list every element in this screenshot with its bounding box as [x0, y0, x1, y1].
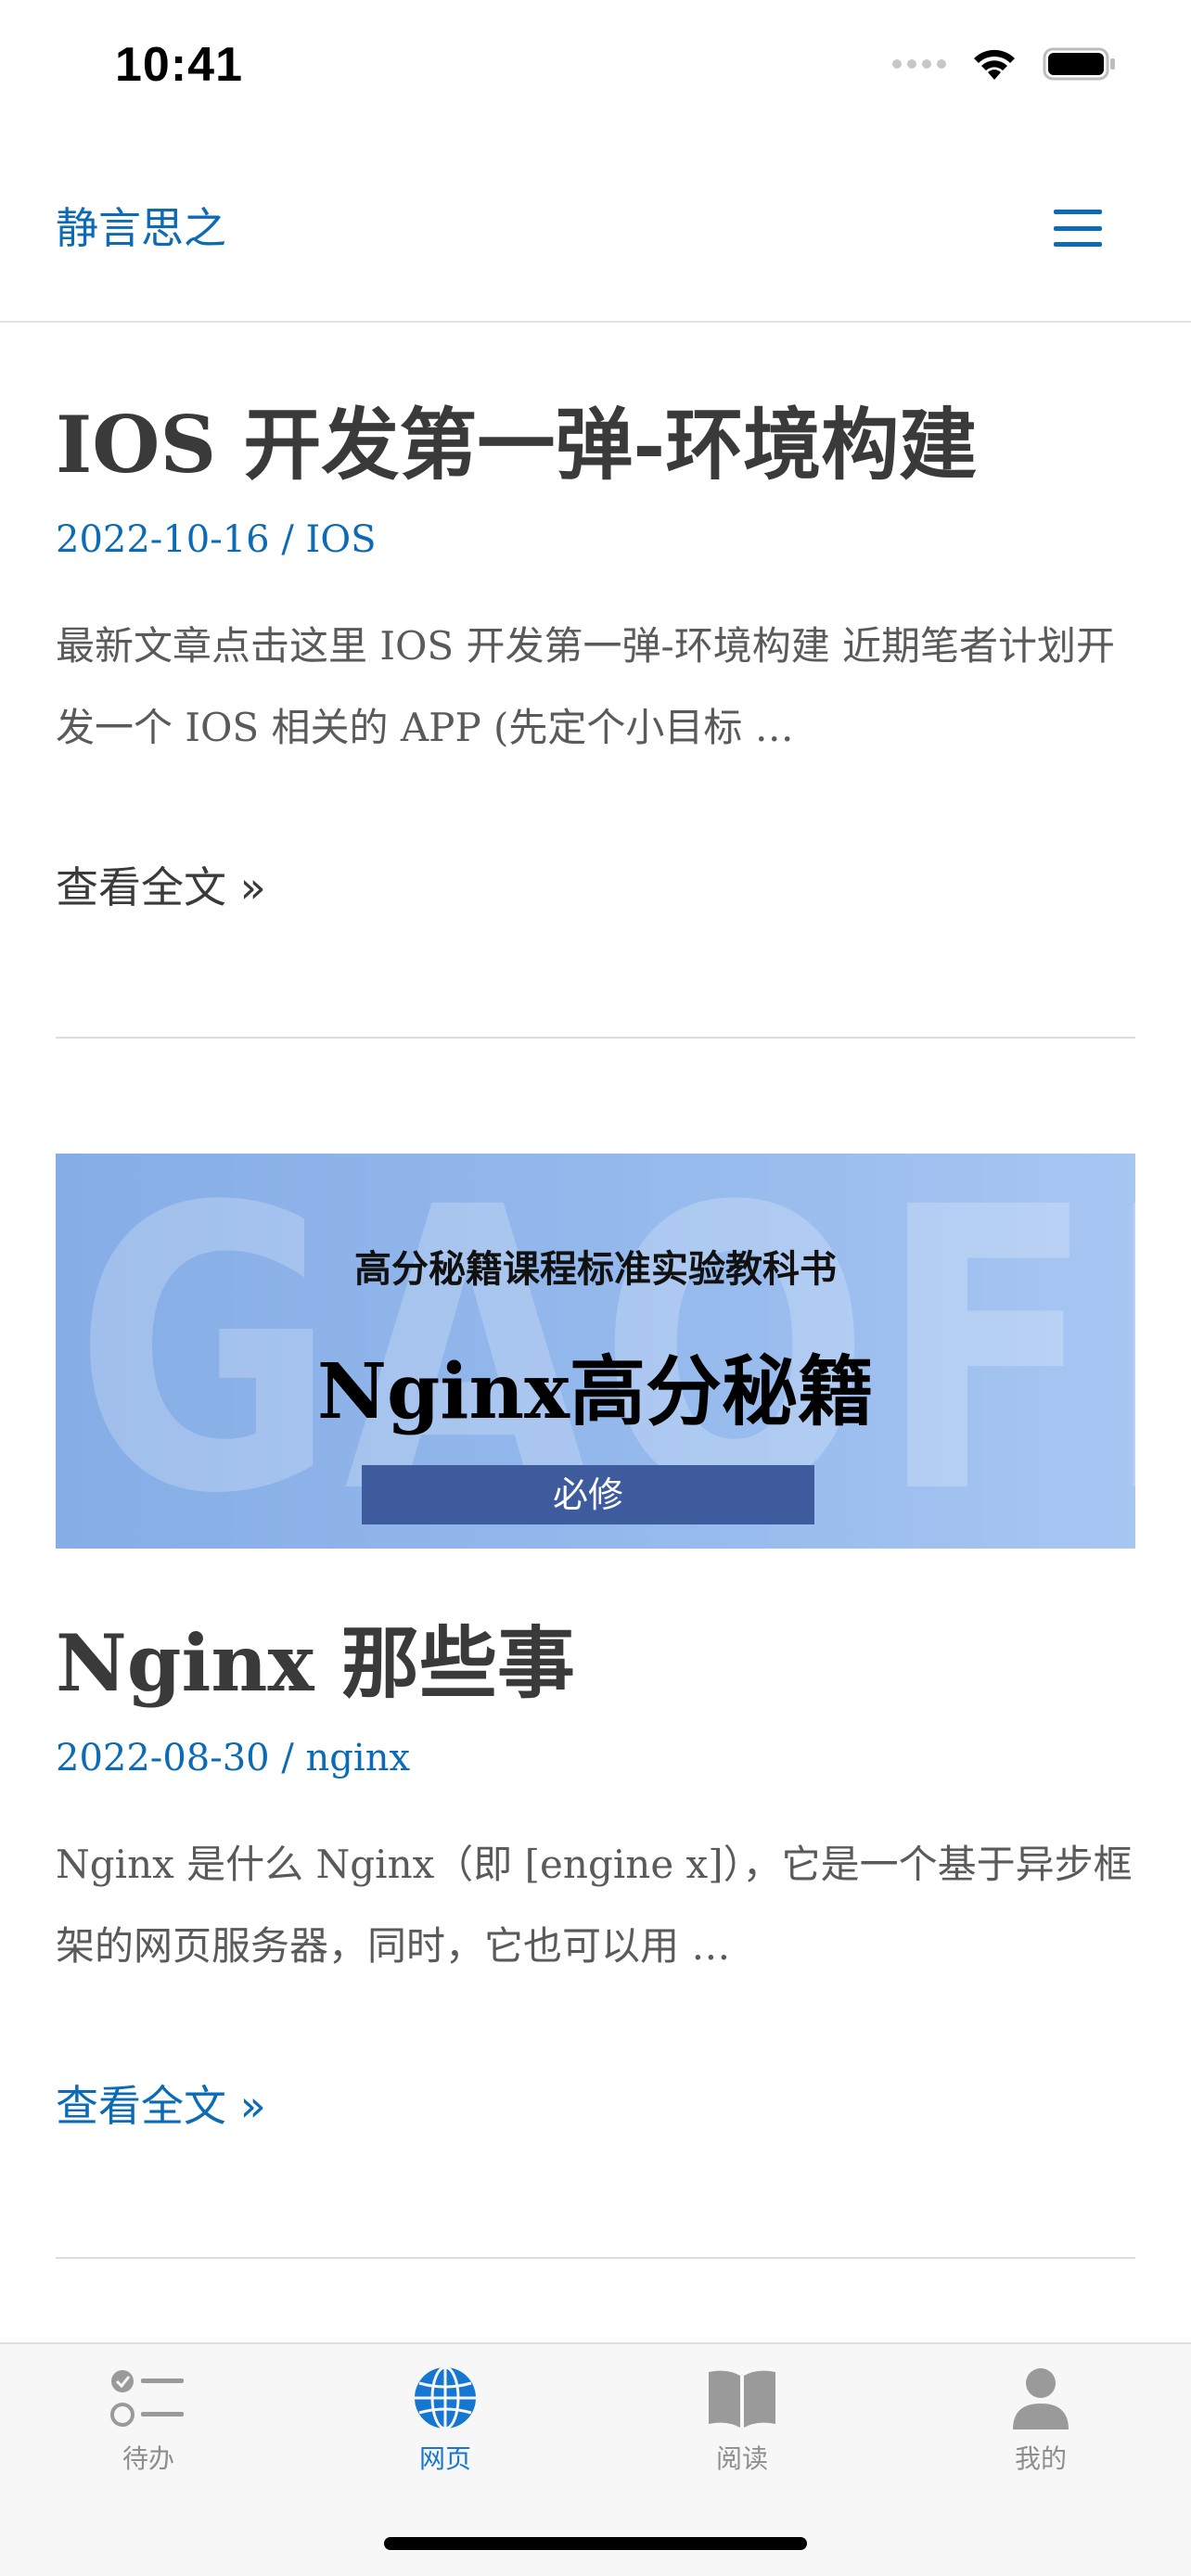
person-icon: [1013, 2368, 1069, 2429]
banner-subtitle: 高分秘籍课程标准实验教科书: [354, 1247, 837, 1291]
cellular-signal-icon: [892, 59, 946, 69]
site-header: 静言思之: [0, 139, 1191, 323]
article-title[interactable]: Nginx 那些事: [56, 1618, 1135, 1709]
checklist-icon: [110, 2370, 184, 2427]
banner-badge: 必修: [362, 1465, 814, 1524]
globe-icon: [415, 2366, 476, 2430]
menu-button[interactable]: [1054, 210, 1102, 247]
article-excerpt: Nginx 是什么 Nginx（即 [engine x]），它是一个基于异步框架…: [56, 1841, 1133, 1969]
tab-label: 我的: [1014, 2443, 1067, 2474]
meta-separator: /: [269, 1736, 306, 1779]
article-category[interactable]: nginx: [306, 1737, 410, 1779]
wifi-icon: [974, 49, 1015, 80]
tab-reading[interactable]: 阅读: [649, 2363, 835, 2476]
tab-web[interactable]: 网页: [352, 2363, 538, 2476]
article-category[interactable]: IOS: [306, 518, 377, 561]
home-indicator[interactable]: [384, 2537, 807, 2550]
tab-label: 网页: [418, 2443, 471, 2474]
tab-label: 阅读: [715, 2443, 768, 2474]
battery-icon: [1043, 47, 1115, 81]
article-meta: 2022-08-30 / nginx: [56, 1737, 1135, 1779]
article-date[interactable]: 2022-10-16: [56, 518, 270, 561]
status-time: 10:41: [115, 38, 243, 92]
hamburger-icon: [1054, 210, 1102, 214]
meta-separator: /: [269, 517, 306, 561]
read-more-link[interactable]: 查看全文 »: [56, 2072, 266, 2134]
tab-todo[interactable]: 待办: [56, 2363, 241, 2476]
status-icons: [892, 46, 1117, 82]
article-meta: 2022-10-16 / IOS: [56, 518, 1135, 561]
banner-title: Nginx高分秘籍: [317, 1347, 874, 1436]
article-excerpt: 最新文章点击这里 IOS 开发第一弹-环境构建 近期笔者计划开发一个 IOS 相…: [56, 622, 1116, 750]
article-banner-image[interactable]: GAOFEN 高分秘籍课程标准实验教科书 Nginx高分秘籍 必修: [56, 1154, 1135, 1549]
status-bar: 10:41: [0, 0, 1191, 139]
tab-me[interactable]: 我的: [948, 2363, 1133, 2476]
book-icon: [709, 2370, 775, 2428]
article-title[interactable]: IOS 开发第一弹-环境构建: [56, 400, 1135, 491]
read-more-link[interactable]: 查看全文 »: [56, 854, 266, 915]
divider: [56, 1037, 1135, 1039]
divider: [56, 2257, 1135, 2259]
article-card: Nginx 那些事 2022-08-30 / nginx Nginx 是什么 N…: [56, 1618, 1135, 2134]
article-card: IOS 开发第一弹-环境构建 2022-10-16 / IOS 最新文章点击这里…: [56, 400, 1135, 915]
article-date[interactable]: 2022-08-30: [56, 1737, 270, 1779]
site-title[interactable]: 静言思之: [56, 195, 226, 256]
tab-label: 待办: [122, 2443, 174, 2474]
